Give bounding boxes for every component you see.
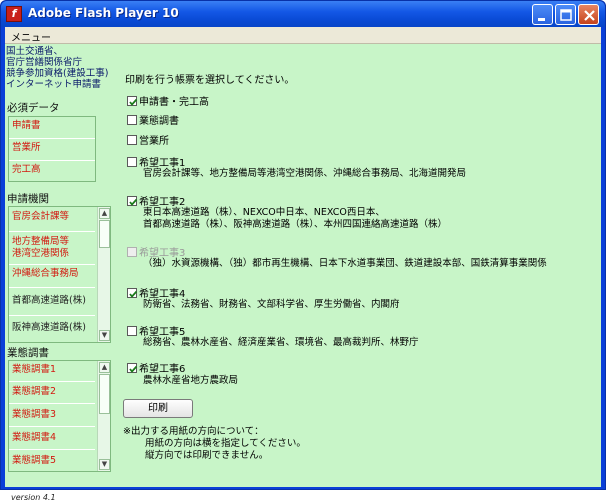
check-icon xyxy=(129,365,138,373)
sidebar-item-completed-work[interactable]: 完工高 xyxy=(9,164,95,176)
applying-org-heading: 申請機関 xyxy=(7,193,49,205)
option-desired-work-3[interactable]: 希望工事3 xyxy=(127,244,185,259)
sidebar-item-accounting[interactable]: 官房会計課等 xyxy=(9,211,95,223)
sidebar-item-survey2[interactable]: 業態調書2 xyxy=(9,386,95,398)
close-button[interactable] xyxy=(578,4,599,25)
option-desired-work-5[interactable]: 希望工事5 xyxy=(127,323,185,338)
sidebar-item-survey4[interactable]: 業態調書4 xyxy=(9,432,95,444)
scroll-down-icon[interactable]: ▼ xyxy=(99,459,110,470)
sidebar-item-regional-bureau-line2: 港湾空港関係 xyxy=(12,248,70,259)
option-desired-work-2[interactable]: 希望工事2 xyxy=(127,193,185,208)
check-icon xyxy=(129,198,138,206)
sidebar: 国土交通省、 官庁営繕関係省庁 競争参加資格(建設工事) インターネット申請書 … xyxy=(5,45,117,502)
checkbox[interactable] xyxy=(127,326,137,336)
minimize-icon xyxy=(538,18,545,21)
applying-org-list: 官房会計課等 地方整備局等 港湾空港関係 沖縄総合事務局 首都高速道路(株) 阪… xyxy=(8,206,111,343)
option-desired-work-1[interactable]: 希望工事1 xyxy=(127,154,185,169)
option-application[interactable]: 申請書・完工高 xyxy=(127,93,209,108)
required-data-list: 申請書 営業所 完工高 xyxy=(8,116,96,182)
note-line: 縦方向では印刷できません。 xyxy=(145,450,269,461)
sidebar-item-survey1[interactable]: 業態調書1 xyxy=(9,364,95,376)
flash-player-icon: f xyxy=(6,6,22,22)
sidebar-item-shutoko[interactable]: 首都高速道路(株) xyxy=(9,295,95,307)
checkbox-checked[interactable] xyxy=(127,196,138,206)
sidebar-item-regional-bureau[interactable]: 地方整備局等 xyxy=(9,236,95,248)
checkbox[interactable] xyxy=(127,115,137,125)
business-survey-list: 業態調書1 業態調書2 業態調書3 業態調書4 業態調書5 ▲ ▼ xyxy=(8,360,111,472)
option-office[interactable]: 営業所 xyxy=(127,132,169,147)
applying-org-scrollbar[interactable]: ▲ ▼ xyxy=(97,207,110,342)
app-window: f Adobe Flash Player 10 メニュー 国土交通省、 官庁営繕… xyxy=(0,0,606,502)
checkbox[interactable] xyxy=(127,157,137,167)
business-survey-heading: 業態調書 xyxy=(7,347,49,359)
scroll-thumb[interactable] xyxy=(99,374,110,414)
desired-work-4-desc: 防衛省、法務省、財務省、文部科学省、厚生労働省、内閣府 xyxy=(143,299,400,310)
title-bar[interactable]: f Adobe Flash Player 10 xyxy=(1,1,605,27)
checkbox-checked[interactable] xyxy=(127,363,138,373)
desired-work-1-desc: 官房会計課等、地方整備局等港湾空港関係、沖縄総合事務局、北海道開発局 xyxy=(143,168,467,179)
scroll-up-icon[interactable]: ▲ xyxy=(99,208,110,219)
required-data-heading: 必須データ xyxy=(7,102,60,114)
org-title: 国土交通省、 官庁営繕関係省庁 競争参加資格(建設工事) インターネット申請書 xyxy=(5,46,117,90)
note-line: 用紙の方向は横を指定してください。 xyxy=(145,438,306,449)
checkbox[interactable] xyxy=(127,135,137,145)
desired-work-3-desc: （独）水資源機構、（独）都市再生機構、日本下水道事業団、鉄道建設本部、国鉄清算事… xyxy=(143,258,547,269)
sidebar-item-survey3[interactable]: 業態調書3 xyxy=(9,409,95,421)
main-panel: 印刷を行う帳票を選択してください。 申請書・完工高 業態調書 営業所 希望工事1… xyxy=(117,45,601,487)
sidebar-item-application[interactable]: 申請書 xyxy=(9,120,95,132)
desired-work-5-desc: 総務省、農林水産省、経済産業省、環境省、最高裁判所、林野庁 xyxy=(143,337,419,348)
maximize-icon xyxy=(560,9,572,21)
sidebar-item-survey5[interactable]: 業態調書5 xyxy=(9,455,95,467)
window-title: Adobe Flash Player 10 xyxy=(28,6,179,20)
check-icon xyxy=(129,98,138,106)
menu-item[interactable]: メニュー xyxy=(11,29,51,44)
checkbox-checked[interactable] xyxy=(127,96,138,106)
desired-work-2-desc-line1: 東日本高速道路（株）、NEXCO中日本、NEXCO西日本、 xyxy=(143,207,385,218)
close-icon xyxy=(584,10,595,21)
scroll-up-icon[interactable]: ▲ xyxy=(99,362,110,373)
desired-work-2-desc-line2: 首都高速道路（株）、阪神高速道路（株）、本州四国連絡高速道路（株） xyxy=(143,219,448,230)
menu-bar: メニュー xyxy=(5,27,601,44)
org-line: インターネット申請書 xyxy=(6,79,102,90)
sidebar-item-okinawa[interactable]: 沖縄総合事務局 xyxy=(9,268,95,280)
minimize-button[interactable] xyxy=(532,4,553,25)
note-line: ※出力する用紙の方向について： xyxy=(123,426,264,437)
checkbox-checked[interactable] xyxy=(127,288,138,298)
org-line: 官庁営繕関係省庁 xyxy=(6,57,83,68)
maximize-button[interactable] xyxy=(555,4,576,25)
option-desired-work-6[interactable]: 希望工事6 xyxy=(127,360,185,375)
check-icon xyxy=(129,290,138,298)
checkbox-disabled xyxy=(127,247,137,257)
scroll-thumb[interactable] xyxy=(99,220,110,248)
instruction-text: 印刷を行う帳票を選択してください。 xyxy=(125,75,295,86)
org-line: 国土交通省、 xyxy=(6,46,64,57)
sidebar-item-hanshin[interactable]: 阪神高速道路(株) xyxy=(9,322,95,334)
version-label: version 4.1 xyxy=(11,493,56,502)
client-area: メニュー 国土交通省、 官庁営繕関係省庁 競争参加資格(建設工事) インターネッ… xyxy=(5,27,601,502)
business-survey-scrollbar[interactable]: ▲ ▼ xyxy=(97,361,110,471)
sidebar-item-office[interactable]: 営業所 xyxy=(9,142,95,154)
desired-work-6-desc: 農林水産省地方農政局 xyxy=(143,375,239,386)
option-business-survey[interactable]: 業態調書 xyxy=(127,112,179,127)
print-button[interactable]: 印刷 xyxy=(123,399,193,418)
org-line: 競争参加資格(建設工事) xyxy=(6,68,109,79)
scroll-down-icon[interactable]: ▼ xyxy=(99,330,110,341)
option-desired-work-4[interactable]: 希望工事4 xyxy=(127,285,185,300)
